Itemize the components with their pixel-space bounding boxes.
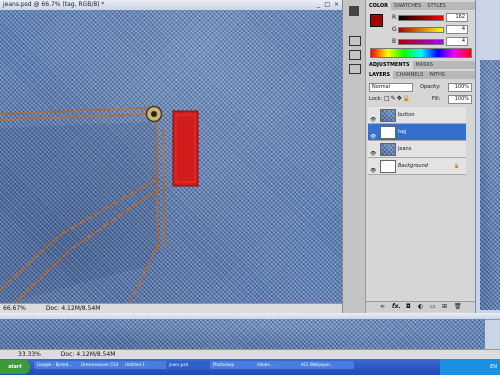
background-window-strip bbox=[476, 0, 500, 313]
label-r: R bbox=[392, 14, 397, 21]
label-g: G bbox=[392, 26, 397, 33]
layer-name: Background bbox=[398, 163, 428, 169]
color-panel: COLOR SWATCHES STYLES R 162 G 4 B 4 bbox=[366, 2, 475, 58]
start-button[interactable]: start bbox=[0, 360, 30, 374]
field-r[interactable]: 162 bbox=[446, 13, 468, 22]
lock-icon: 🔒 bbox=[453, 163, 460, 169]
adjustment-icon[interactable]: ◐ bbox=[418, 302, 423, 312]
stack-panel-icon[interactable] bbox=[349, 36, 361, 46]
minimize-icon[interactable]: _ bbox=[317, 0, 320, 10]
tab-styles[interactable]: STYLES bbox=[424, 2, 448, 10]
second-zoom-level[interactable]: 33.33% bbox=[0, 351, 41, 358]
layers-panel-tabs: LAYERS CHANNELS PATHS bbox=[366, 71, 475, 79]
color-panel-tabs: COLOR SWATCHES STYLES bbox=[366, 2, 475, 10]
color-spectrum[interactable] bbox=[370, 48, 472, 58]
layer-row-jeans[interactable]: 👁 jeans bbox=[368, 141, 466, 158]
panel-icon-strip bbox=[343, 0, 366, 313]
language-indicator[interactable]: EN bbox=[490, 364, 497, 370]
layers-footer: ∞ fx. ◘ ◐ ▭ ⊞ 🗑 bbox=[366, 301, 475, 312]
second-doc-info[interactable]: Doc: 4.12M/8.54M bbox=[43, 351, 116, 358]
opacity-field[interactable]: 100% bbox=[448, 83, 472, 92]
mask-icon[interactable]: ◘ bbox=[406, 302, 411, 312]
opacity-label: Opacity: bbox=[420, 84, 441, 90]
slider-r[interactable] bbox=[398, 15, 444, 21]
trash-icon[interactable]: 🗑 bbox=[454, 302, 462, 312]
fill-field[interactable]: 100% bbox=[448, 95, 472, 104]
new-layer-icon[interactable]: ⊞ bbox=[442, 302, 447, 312]
brush-panel-icon[interactable] bbox=[349, 64, 361, 74]
layer-thumbnail bbox=[380, 126, 396, 139]
label-b: B bbox=[392, 38, 397, 45]
layer-name: button bbox=[398, 112, 415, 118]
tab-color[interactable]: COLOR bbox=[366, 2, 392, 10]
tab-swatches[interactable]: SWATCHES bbox=[391, 2, 424, 10]
layer-thumbnail bbox=[380, 160, 396, 173]
canvas-area[interactable] bbox=[0, 10, 342, 303]
layer-row-tag[interactable]: 👁 tag bbox=[368, 124, 466, 141]
second-status-bar: 33.33% Doc: 4.12M/8.54M bbox=[0, 349, 500, 359]
tab-channels[interactable]: CHANNELS bbox=[393, 71, 426, 79]
red-tag bbox=[172, 110, 199, 187]
field-g[interactable]: 4 bbox=[446, 25, 468, 34]
foreground-swatch[interactable] bbox=[370, 14, 383, 27]
layer-thumbnail bbox=[380, 143, 396, 156]
text-panel-icon[interactable] bbox=[349, 50, 361, 60]
slider-b[interactable] bbox=[398, 39, 444, 45]
tab-paths[interactable]: PATHS bbox=[426, 71, 448, 79]
layer-row-background[interactable]: 👁 Background 🔒 bbox=[368, 158, 466, 175]
background-canvas bbox=[480, 60, 500, 310]
main-document-window: jeans.psd @ 66.7% (tag, RGB/8) * _ □ × 6… bbox=[0, 0, 342, 314]
tab-masks[interactable]: MASKS bbox=[413, 61, 436, 69]
layers-list: 👁 button 👁 tag 👁 jeans 👁 Background 🔒 bbox=[368, 107, 466, 175]
fill-label: Fill: bbox=[432, 96, 441, 102]
slider-g[interactable] bbox=[398, 27, 444, 33]
taskbar-item[interactable]: ACL Wallpaper... bbox=[298, 361, 354, 369]
lock-label: Lock: bbox=[369, 96, 383, 102]
field-b[interactable]: 4 bbox=[446, 37, 468, 46]
second-canvas[interactable] bbox=[0, 319, 485, 349]
fx-icon[interactable]: fx. bbox=[392, 302, 401, 312]
taskbar-item[interactable]: Google – Bjsted... bbox=[34, 361, 80, 369]
document-title: jeans.psd @ 66.7% (tag, RGB/8) * bbox=[3, 1, 105, 8]
lock-icons[interactable]: □✎✥🔒 bbox=[384, 95, 411, 102]
taskbar-item[interactable]: Untitled-1 bbox=[122, 361, 168, 369]
layer-name: tag bbox=[398, 129, 407, 135]
doc-info[interactable]: Doc: 4.12M/8.54M bbox=[28, 305, 101, 312]
tab-layers[interactable]: LAYERS bbox=[366, 71, 394, 79]
visibility-eye-icon[interactable]: 👁 bbox=[370, 163, 376, 179]
second-document-window: 33.33% Doc: 4.12M/8.54M bbox=[0, 313, 500, 359]
blend-mode-select[interactable]: Normal bbox=[369, 83, 413, 92]
tab-adjustments[interactable]: ADJUSTMENTS bbox=[366, 61, 413, 69]
layers-panel: LAYERS CHANNELS PATHS Normal Opacity: 100%… bbox=[366, 71, 475, 313]
link-icon[interactable]: ∞ bbox=[380, 302, 385, 312]
layer-thumbnail bbox=[380, 109, 396, 122]
swatch-panel-icon[interactable] bbox=[349, 6, 359, 16]
taskbar-item[interactable]: jeans.psd bbox=[166, 361, 212, 369]
taskbar-item[interactable]: Adobe... bbox=[254, 361, 300, 369]
panel-dock: COLOR SWATCHES STYLES R 162 G 4 B 4 ADJUST… bbox=[342, 0, 475, 313]
taskbar-item[interactable]: Photoshop bbox=[210, 361, 256, 369]
taskbar-item[interactable]: Dreamweaver CS4 bbox=[78, 361, 124, 369]
system-tray: EN bbox=[440, 359, 500, 375]
group-icon[interactable]: ▭ bbox=[430, 302, 436, 312]
layer-name: jeans bbox=[398, 146, 412, 152]
adjustments-panel-tabs: ADJUSTMENTS MASKS bbox=[366, 61, 475, 69]
maximize-icon[interactable]: □ bbox=[324, 0, 330, 10]
layer-row-button[interactable]: 👁 button bbox=[368, 107, 466, 124]
zoom-level[interactable]: 66.67% bbox=[0, 305, 26, 312]
close-icon[interactable]: × bbox=[334, 0, 339, 10]
jeans-artwork bbox=[0, 105, 199, 303]
windows-taskbar: start Google – Bjsted... Dreamweaver CS4… bbox=[0, 359, 500, 375]
